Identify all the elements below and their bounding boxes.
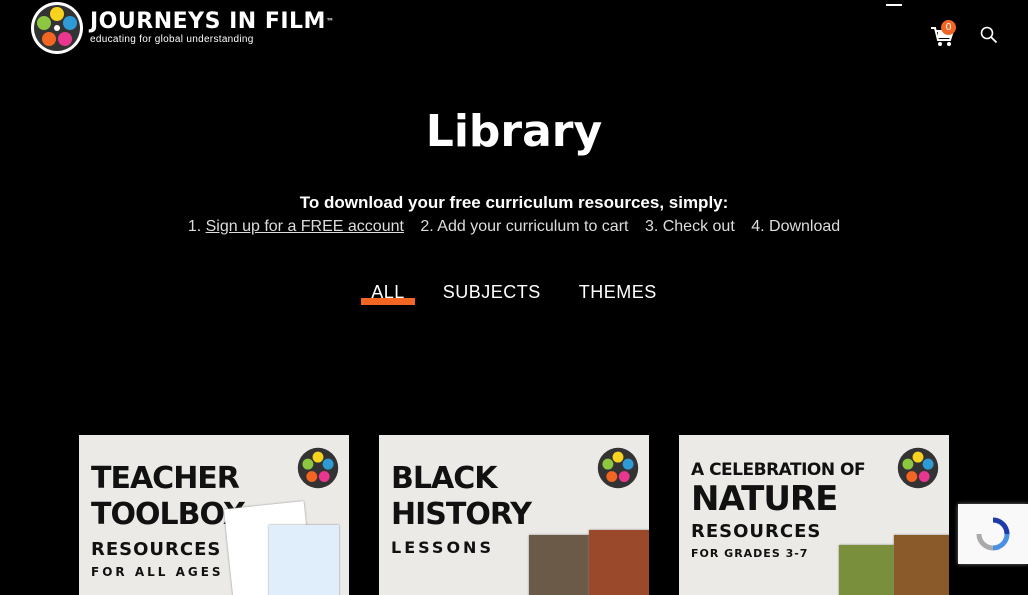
download-steps: 1. Sign up for a FREE account 2. Add you… — [0, 216, 1028, 238]
filter-tabs: ALL SUBJECTS THEMES — [0, 280, 1028, 305]
film-poster-image — [589, 530, 649, 595]
site-header: JOURNEYS IN FILM™ educating for global u… — [0, 0, 1028, 70]
film-reel-badge-icon — [597, 447, 639, 489]
page-title: Library — [425, 106, 603, 157]
card-line: LESSONS — [391, 538, 494, 557]
card-line: HISTORY — [391, 497, 532, 532]
filter-tab-all[interactable]: ALL — [361, 280, 415, 305]
card-line: A CELEBRATION OF — [691, 460, 866, 480]
step-1-prefix: 1. — [187, 218, 206, 235]
card-line: RESOURCES — [91, 539, 222, 560]
card-line: TOOLBOX — [91, 497, 246, 532]
card-line: RESOURCES — [691, 521, 822, 542]
card-line: BLACK — [391, 461, 497, 496]
download-intro: To download your free curriculum resourc… — [299, 193, 729, 212]
card-teacher-toolbox[interactable]: TEACHER TOOLBOX RESOURCES FOR ALL AGES — [79, 435, 349, 595]
recaptcha-icon — [976, 517, 1010, 551]
resource-cards: TEACHER TOOLBOX RESOURCES FOR ALL AGES B… — [79, 435, 949, 595]
filter-tab-subjects[interactable]: SUBJECTS — [439, 280, 545, 305]
step-2: 2. Add your curriculum to cart — [420, 218, 629, 235]
step-4: 4. Download — [751, 218, 841, 235]
signup-link[interactable]: Sign up for a FREE account — [206, 218, 404, 235]
card-black-history[interactable]: BLACK HISTORY LESSONS — [379, 435, 649, 595]
card-line: FOR ALL AGES — [91, 565, 224, 579]
logo-tagline: educating for global understanding — [90, 34, 254, 45]
card-celebration-of-nature[interactable]: A CELEBRATION OF NATURE RESOURCES FOR GR… — [679, 435, 949, 595]
search-icon[interactable] — [980, 26, 998, 44]
logo-title: JOURNEYS IN FILM™ — [90, 9, 335, 34]
nature-image — [894, 535, 949, 595]
filter-tab-themes[interactable]: THEMES — [575, 280, 661, 305]
document-image — [269, 525, 339, 595]
step-3: 3. Check out — [644, 218, 735, 235]
site-logo[interactable]: JOURNEYS IN FILM™ educating for global u… — [30, 0, 334, 56]
film-reel-badge-icon — [897, 447, 939, 489]
menu-icon[interactable] — [886, 0, 902, 14]
cart-count-badge: 0 — [941, 20, 956, 35]
recaptcha-badge[interactable] — [958, 504, 1028, 564]
film-reel-logo-icon — [31, 2, 83, 54]
film-reel-badge-icon — [297, 447, 339, 489]
card-line: TEACHER — [91, 461, 240, 496]
nature-image — [839, 545, 899, 595]
card-line: NATURE — [691, 479, 838, 519]
